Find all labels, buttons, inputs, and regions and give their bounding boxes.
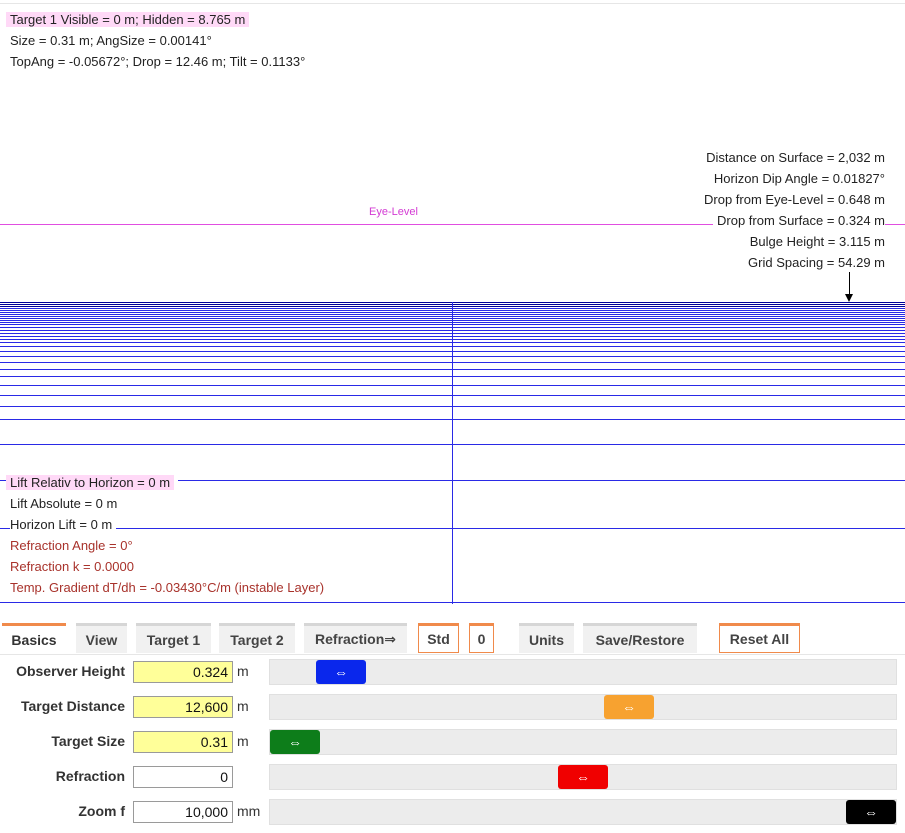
drop-eye-readout: Drop from Eye-Level = 0.648 m <box>700 189 885 210</box>
drop-surface-readout: Drop from Surface = 0.324 m <box>713 210 885 231</box>
observer-height-slider-handle[interactable]: ⇔ <box>316 660 366 684</box>
target-size-label: Target Size <box>51 733 125 749</box>
tab-save-restore[interactable]: Save/Restore <box>583 623 697 653</box>
refraction-k-readout: Refraction k = 0.0000 <box>10 559 134 574</box>
lift-relative-readout: Lift Relativ to Horizon = 0 m <box>6 472 179 493</box>
bulge-height-readout: Bulge Height = 3.115 m <box>745 231 885 252</box>
target-visible-readout: Target 1 Visible = 0 m; Hidden = 8.765 m <box>6 9 250 30</box>
zoom-label: Zoom f <box>78 803 125 819</box>
grid-center-line <box>452 302 453 604</box>
lift-relative-text: Lift Relativ to Horizon = 0 m <box>6 475 175 490</box>
horizon-arrow-icon <box>849 272 850 296</box>
observer-height-label: Observer Height <box>16 663 125 679</box>
refraction-input[interactable]: 0 <box>133 766 233 788</box>
target-size-slider-handle[interactable]: ⇔ <box>270 730 320 754</box>
target-distance-unit: m <box>237 698 249 714</box>
zoom-input[interactable]: 10,000 <box>133 801 233 823</box>
refraction-label: Refraction <box>55 768 125 784</box>
eye-level-label: Eye-Level <box>369 206 418 218</box>
distance-readout: Distance on Surface = 2,032 m <box>702 147 885 168</box>
zero-button[interactable]: 0 <box>469 623 494 653</box>
observer-height-input[interactable]: 0.324 <box>133 661 233 683</box>
target-visible-text: Target 1 Visible = 0 m; Hidden = 8.765 m <box>6 12 250 27</box>
zoom-slider[interactable]: ⇔ <box>269 799 897 825</box>
target-topang-readout: TopAng = -0.05672°; Drop = 12.46 m; Tilt… <box>10 54 306 69</box>
target-distance-label: Target Distance <box>21 698 125 714</box>
tab-target1[interactable]: Target 1 <box>136 623 211 653</box>
refraction-slider-handle[interactable]: ⇔ <box>558 765 608 789</box>
target-distance-slider[interactable]: ⇔ <box>269 694 897 720</box>
target-size-slider[interactable]: ⇔ <box>269 729 897 755</box>
zoom-unit: mm <box>237 803 261 819</box>
top-border <box>0 3 905 4</box>
target-distance-input[interactable]: 12,600 <box>133 696 233 718</box>
target-size-input[interactable]: 0.31 <box>133 731 233 753</box>
tab-bar: Basics View Target 1 Target 2 Refraction… <box>0 622 905 655</box>
tab-refraction[interactable]: Refraction⇒ <box>304 623 407 653</box>
target-size-unit: m <box>237 733 249 749</box>
horizon-lift-readout: Horizon Lift = 0 m <box>10 514 117 535</box>
temp-gradient-readout: Temp. Gradient dT/dh = -0.03430°C/m (ins… <box>10 580 325 595</box>
observer-height-unit: m <box>237 663 249 679</box>
tab-basics[interactable]: Basics <box>2 623 66 653</box>
tab-target2[interactable]: Target 2 <box>219 623 295 653</box>
refraction-slider[interactable]: ⇔ <box>269 764 897 790</box>
target-distance-slider-handle[interactable]: ⇔ <box>604 695 654 719</box>
observer-height-slider[interactable]: ⇔ <box>269 659 897 685</box>
zoom-slider-handle[interactable]: ⇔ <box>846 800 896 824</box>
tab-units[interactable]: Units <box>519 623 574 653</box>
target-size-readout: Size = 0.31 m; AngSize = 0.00141° <box>10 33 212 48</box>
std-button[interactable]: Std <box>418 623 459 653</box>
grid-spacing-readout: Grid Spacing = 54.29 m <box>744 252 885 273</box>
refraction-angle-readout: Refraction Angle = 0° <box>10 538 133 553</box>
tab-view[interactable]: View <box>76 623 127 653</box>
dip-angle-readout: Horizon Dip Angle = 0.01827° <box>709 168 885 189</box>
reset-all-button[interactable]: Reset All <box>719 623 800 653</box>
lift-absolute-readout: Lift Absolute = 0 m <box>10 493 122 514</box>
